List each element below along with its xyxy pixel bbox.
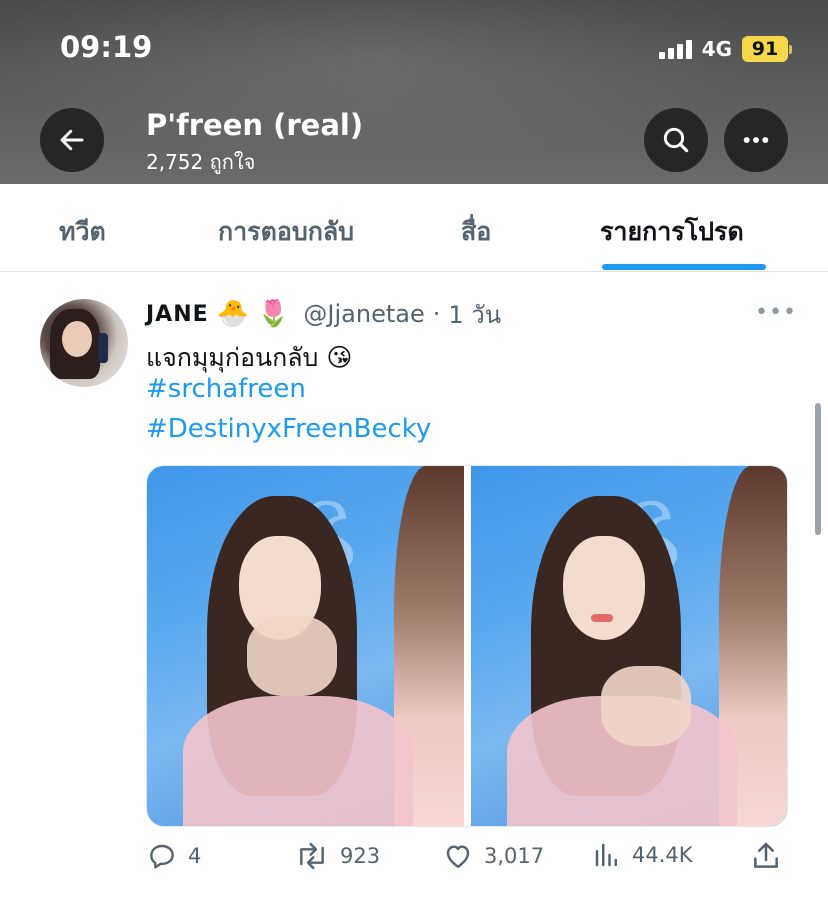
hashtag-link[interactable]: #srchafreen — [146, 374, 306, 404]
more-horizontal-icon — [743, 137, 769, 143]
search-icon — [663, 127, 689, 153]
tab-tweets[interactable]: ทวีต — [59, 212, 106, 252]
scrollbar[interactable] — [815, 403, 821, 535]
reply-count: 4 — [188, 844, 202, 868]
tweet-header: JANE 🐣 🌷 @Jjanetae · 1 วัน — [146, 296, 501, 332]
views-count: 44.4K — [632, 843, 693, 867]
reply-button[interactable]: 4 — [146, 840, 201, 872]
arrow-left-icon — [60, 129, 84, 151]
battery-icon: 91 — [742, 36, 792, 62]
tweet-more-icon[interactable]: ••• — [755, 300, 797, 325]
tab-likes[interactable]: รายการโปรด — [600, 212, 744, 252]
views-button[interactable]: 44.4K — [592, 840, 693, 870]
profile-likes-count: 2,752 ถูกใจ — [146, 150, 256, 174]
network-type: 4G — [701, 37, 732, 61]
tweet-photo[interactable]: ß — [471, 466, 787, 826]
share-icon — [754, 842, 778, 868]
retweet-icon — [300, 842, 324, 870]
avatar[interactable] — [40, 299, 128, 387]
retweet-count: 923 — [340, 844, 381, 868]
share-button[interactable] — [750, 840, 782, 872]
more-button[interactable] — [724, 108, 788, 172]
heart-icon — [446, 845, 470, 868]
back-button[interactable] — [40, 108, 104, 172]
retweet-button[interactable]: 923 — [294, 840, 380, 872]
tweet-display-name[interactable]: JANE — [146, 302, 209, 327]
tweet-handle[interactable]: @Jjanetae — [303, 300, 424, 328]
tweet-photo[interactable]: ß — [147, 466, 464, 826]
reply-icon — [150, 844, 174, 869]
tulip-emoji: 🌷 — [257, 299, 290, 329]
views-chart-icon — [595, 843, 617, 867]
active-tab-indicator — [602, 264, 766, 270]
tab-media[interactable]: สื่อ — [461, 212, 491, 252]
like-button[interactable]: 3,017 — [442, 840, 544, 872]
tab-replies[interactable]: การตอบกลับ — [218, 212, 354, 252]
status-time: 09:19 — [60, 30, 153, 64]
battery-level: 91 — [742, 36, 788, 62]
search-button[interactable] — [644, 108, 708, 172]
profile-name: P'freen (real) — [146, 108, 364, 142]
status-icons: 4G 91 — [658, 36, 792, 62]
signal-icon — [658, 39, 692, 59]
like-count: 3,017 — [484, 844, 545, 868]
tweet-separator: · — [432, 300, 441, 328]
tweet-time[interactable]: 1 วัน — [448, 295, 501, 334]
hashtag-link[interactable]: #DestinyxFreenBecky — [146, 414, 431, 444]
profile-tabs: ทวีต การตอบกลับ สื่อ รายการโปรด — [0, 184, 828, 272]
profile-header: 09:19 4G 91 P'freen (real) 2,752 ถูกใจ — [0, 0, 828, 184]
tweet-media: ß ß — [146, 465, 788, 827]
tweet-text: แจกมุมุก่อนกลับ 😘 — [146, 343, 353, 372]
chick-emoji: 🐣 — [216, 299, 250, 329]
tweet-actions: 4 923 3,017 44.4K — [146, 840, 796, 880]
